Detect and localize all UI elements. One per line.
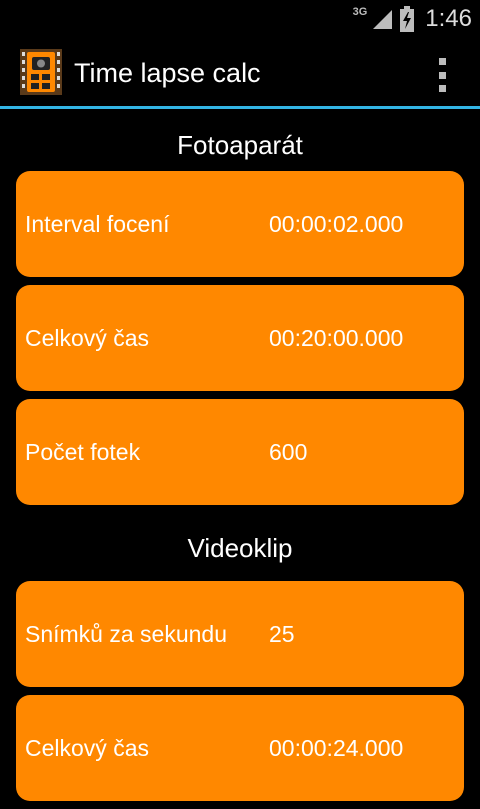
app-title: Time lapse calc: [74, 58, 261, 88]
signal-icon: [373, 10, 393, 29]
total-time-row[interactable]: Celkový čas 00:20:00.000: [16, 285, 464, 391]
overflow-menu-icon[interactable]: [432, 58, 452, 92]
menu-dot: [438, 71, 446, 79]
action-bar: Time lapse calc: [0, 38, 480, 109]
row-label: Počet fotek: [25, 439, 141, 465]
interval-row[interactable]: Interval focení 00:00:02.000: [16, 171, 464, 277]
network-type-label: 3G: [352, 6, 368, 18]
row-label: Celkový čas: [25, 735, 149, 761]
row-value: 600: [269, 439, 308, 465]
photo-count-row[interactable]: Počet fotek 600: [16, 399, 464, 505]
row-value: 25: [269, 621, 295, 647]
menu-dot: [438, 85, 446, 92]
clock: 1:46: [425, 5, 472, 32]
row-value: 00:00:02.000: [269, 211, 404, 237]
video-duration-row[interactable]: Celkový čas 00:00:24.000: [16, 695, 464, 801]
row-label: Interval focení: [25, 211, 170, 237]
section-title-camera: Fotoaparát: [177, 130, 303, 160]
battery-charging-icon: [400, 6, 415, 32]
menu-dot: [438, 58, 446, 65]
camera-calculator-icon[interactable]: [20, 49, 62, 95]
row-value: 00:20:00.000: [269, 325, 404, 351]
row-label: Snímků za sekundu: [25, 621, 228, 647]
row-label: Celkový čas: [25, 325, 149, 351]
status-bar: 3G 1:46: [0, 0, 480, 38]
row-value: 00:00:24.000: [269, 735, 404, 761]
main-content: Fotoaparát Interval focení 00:00:02.000 …: [0, 109, 480, 809]
status-icons: 3G 1:46: [353, 0, 472, 38]
fps-row[interactable]: Snímků za sekundu 25: [16, 581, 464, 687]
section-title-video: Videoklip: [187, 533, 293, 563]
